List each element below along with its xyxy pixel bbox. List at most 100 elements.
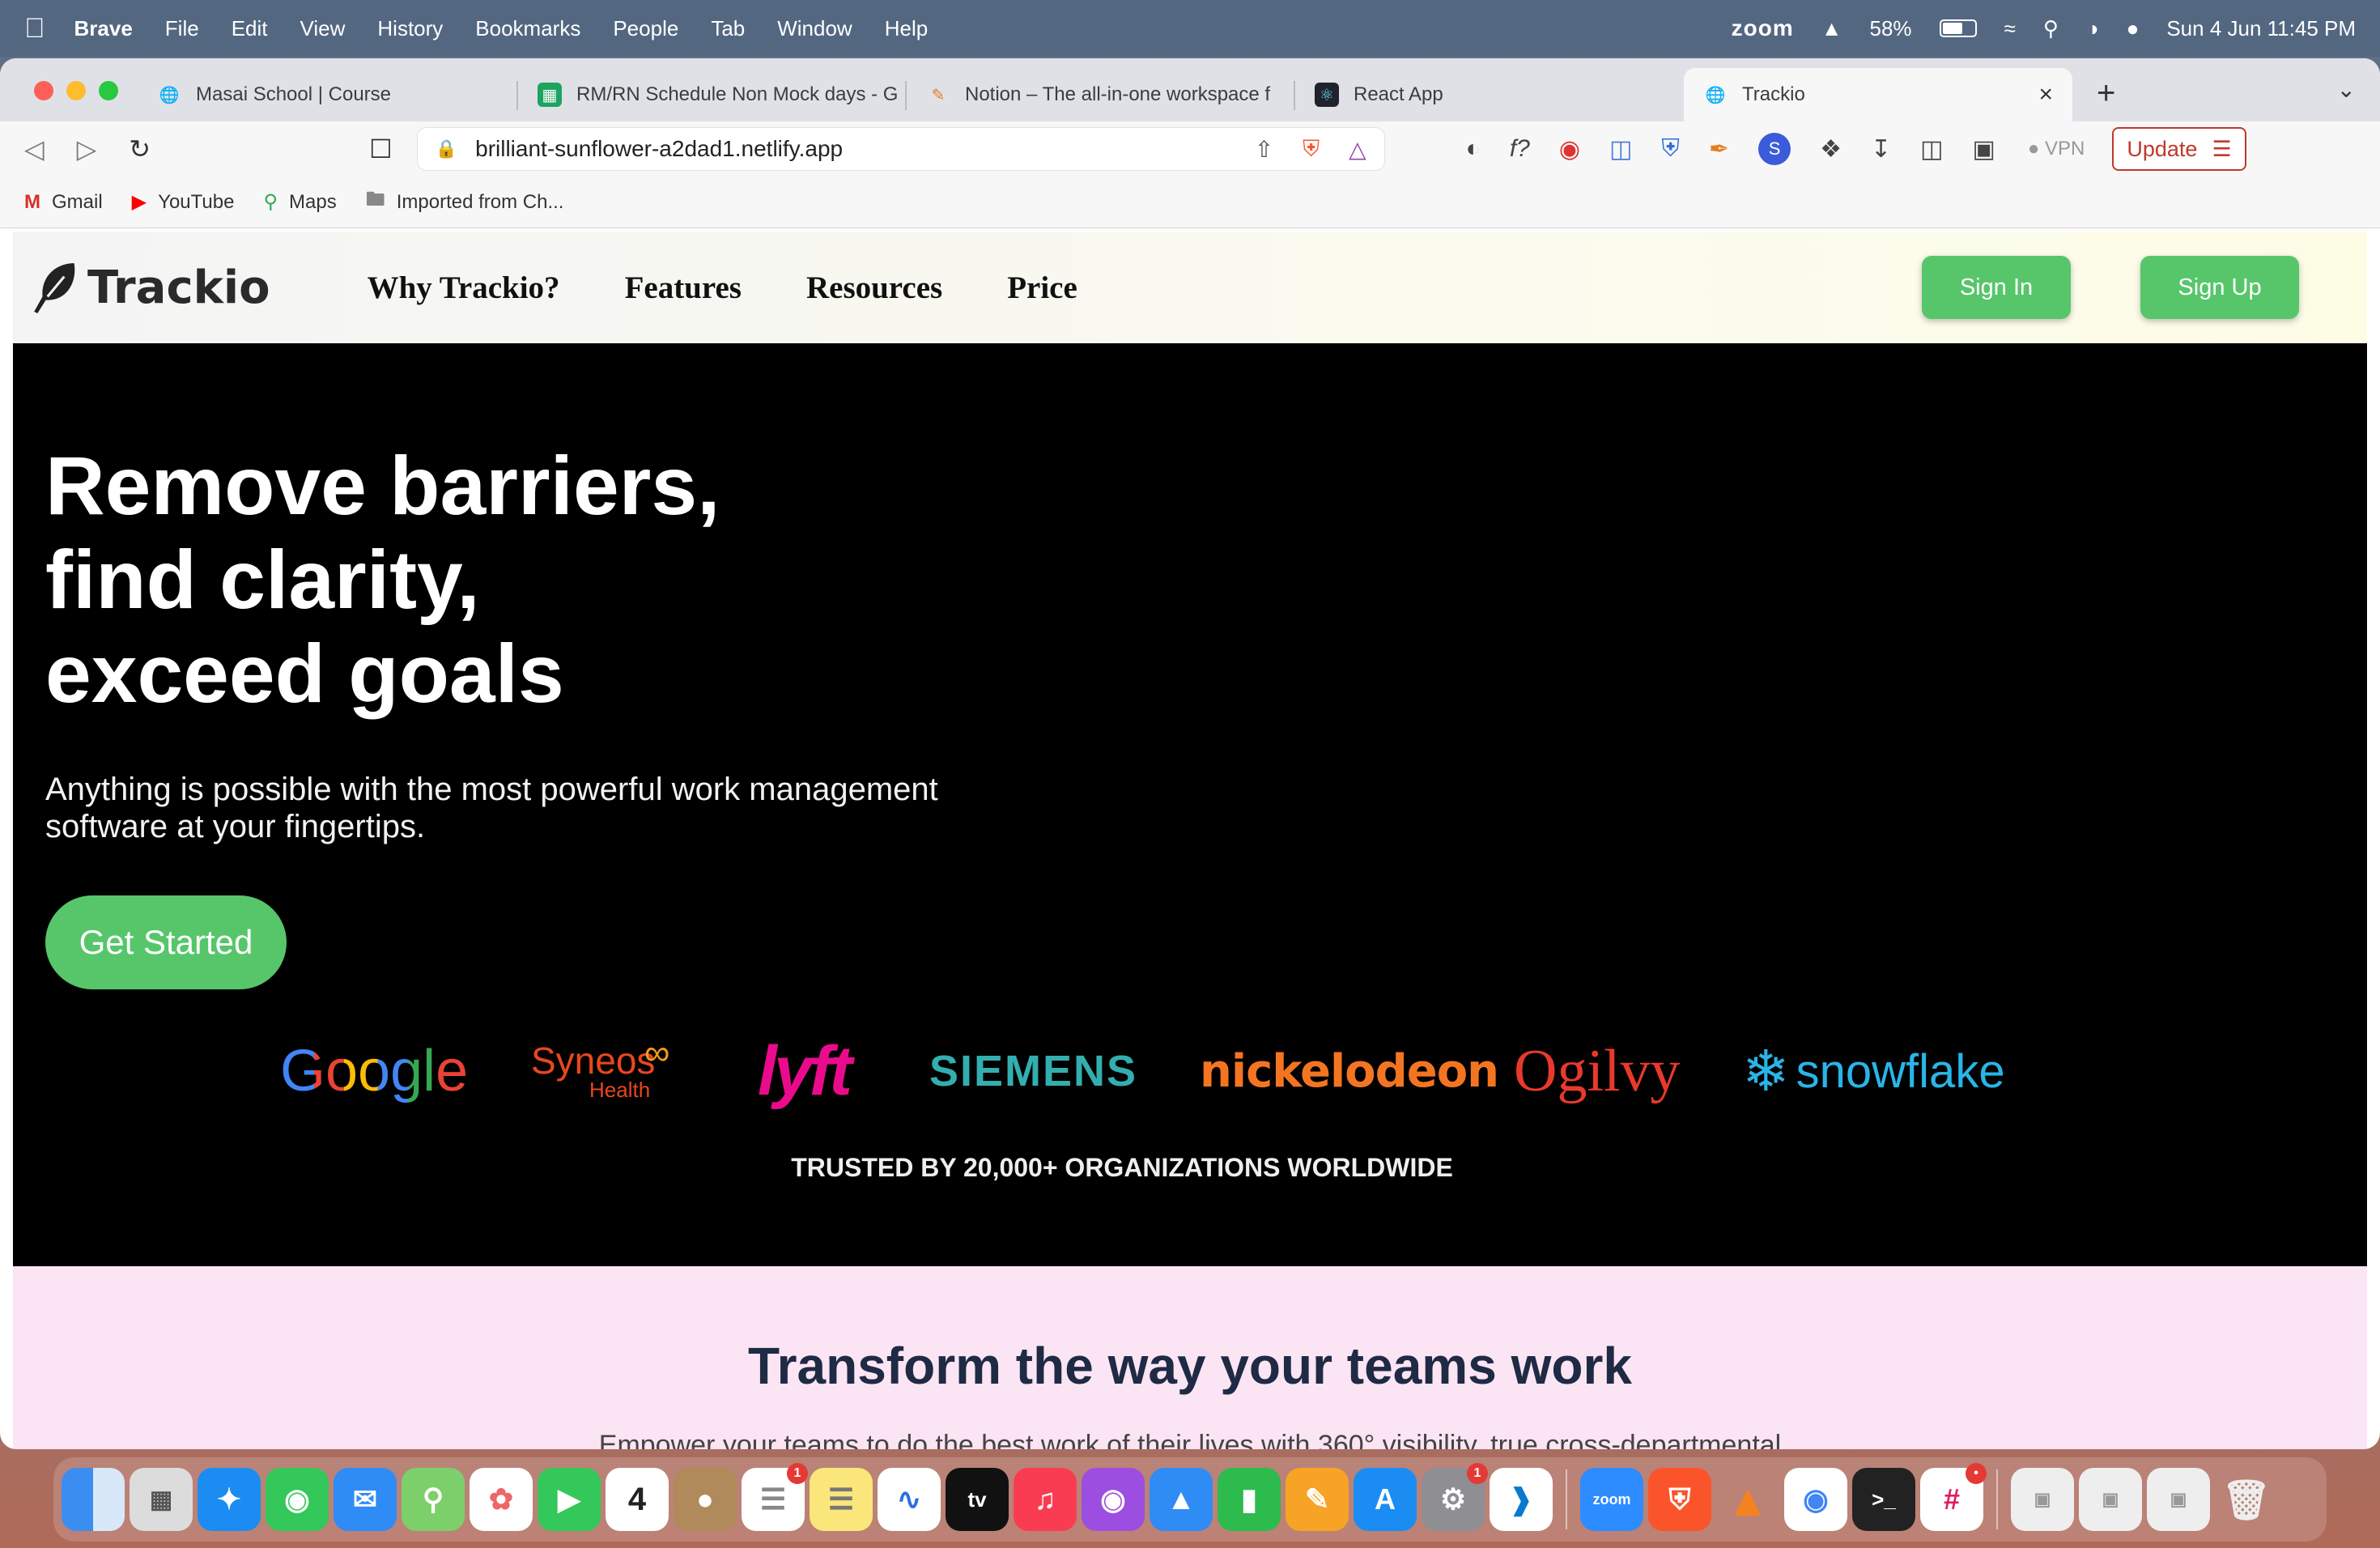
vpn-button[interactable]: ● VPN xyxy=(2028,138,2085,160)
spotlight-search-icon[interactable]: ⚲ xyxy=(2043,16,2059,41)
colorpicker-icon[interactable]: ✒ xyxy=(1709,135,1729,164)
minimize-window-button[interactable] xyxy=(66,81,86,100)
tab-notion[interactable]: ✎ Notion – The all-in-one workspace f xyxy=(907,68,1295,121)
menu-file[interactable]: File xyxy=(165,16,199,41)
sign-up-button[interactable]: Sign Up xyxy=(2140,256,2299,319)
vscode-icon[interactable]: ❱ xyxy=(1490,1468,1553,1531)
sign-in-button[interactable]: Sign In xyxy=(1922,256,2071,319)
keynote-icon[interactable]: ▲ xyxy=(1150,1468,1213,1531)
maps-app-icon[interactable]: ⚲ xyxy=(402,1468,465,1531)
forward-icon[interactable]: ▷ xyxy=(77,134,97,164)
bookmark-maps[interactable]: ⚲ Maps xyxy=(263,190,336,214)
bookmark-icon[interactable]: ☐ xyxy=(369,134,393,164)
podcasts-icon[interactable]: ◉ xyxy=(1082,1468,1145,1531)
notes-icon[interactable]: ☰ xyxy=(810,1468,873,1531)
menubar-clock[interactable]: Sun 4 Jun 11:45 PM xyxy=(2166,16,2356,41)
lock-icon[interactable]: 🔒 xyxy=(436,138,457,159)
apple-icon[interactable]:  xyxy=(24,13,45,45)
chevron-down-icon[interactable]: ⌄ xyxy=(2337,76,2356,103)
reload-icon[interactable]: ↻ xyxy=(129,134,151,164)
launchpad-icon[interactable]: ▦ xyxy=(130,1468,193,1531)
mail-icon[interactable]: ✉ xyxy=(334,1468,397,1531)
recent-window-thumbnail-icon[interactable]: ▣ xyxy=(2079,1468,2142,1531)
safari-icon[interactable]: ✦ xyxy=(198,1468,261,1531)
bookmark-youtube[interactable]: ▶ YouTube xyxy=(132,190,235,214)
menu-edit[interactable]: Edit xyxy=(232,16,268,41)
update-button[interactable]: Update ☰ xyxy=(2112,127,2246,171)
menu-people[interactable]: People xyxy=(613,16,678,41)
nav-features[interactable]: Features xyxy=(625,270,742,306)
fontface-ninja-icon[interactable]: f? xyxy=(1510,135,1530,163)
sidebar-icon[interactable]: ◫ xyxy=(1920,135,1943,164)
system-settings-icon[interactable]: ⚙ 1 xyxy=(1422,1463,1488,1531)
close-window-button[interactable] xyxy=(34,81,53,100)
address-bar[interactable]: 🔒 brilliant-sunflower-a2dad1.netlify.app… xyxy=(416,127,1385,171)
brave-app-icon[interactable]: ⛨ xyxy=(1648,1468,1711,1531)
messages-icon[interactable]: ◉ xyxy=(266,1468,329,1531)
apple-tv-icon[interactable]: tv xyxy=(946,1468,1009,1531)
wallet-icon[interactable]: ▣ xyxy=(1972,135,1995,164)
brave-rewards-icon[interactable]: △ xyxy=(1349,136,1366,163)
zoom-status-icon[interactable]: zoom xyxy=(1732,15,1794,41)
trash-icon[interactable]: 🗑 xyxy=(2215,1468,2278,1531)
nav-price[interactable]: Price xyxy=(1007,270,1077,306)
nav-resources[interactable]: Resources xyxy=(806,270,942,306)
reader-icon[interactable]: ◐ xyxy=(1466,135,1481,163)
tab-react-app[interactable]: ⚛ React App xyxy=(1295,68,1684,121)
vlc-status-icon[interactable]: ▲ xyxy=(1821,16,1842,41)
s-extension-icon[interactable]: S xyxy=(1758,133,1791,165)
tab-trackio[interactable]: 🌐 Trackio × xyxy=(1684,68,2072,121)
chrome-app-icon[interactable]: ◉ xyxy=(1784,1468,1847,1531)
vlc-app-icon[interactable]: ▲ xyxy=(1716,1468,1779,1531)
reminders-icon[interactable]: ☰ 1 xyxy=(742,1463,808,1531)
contacts-icon[interactable]: ● xyxy=(674,1468,737,1531)
share-icon[interactable]: ⇧ xyxy=(1255,136,1273,163)
bookmark-gmail[interactable]: M Gmail xyxy=(24,191,103,214)
siri-icon[interactable]: ● xyxy=(2127,16,2140,41)
url-text[interactable]: brilliant-sunflower-a2dad1.netlify.app xyxy=(475,136,843,162)
menu-help[interactable]: Help xyxy=(885,16,928,41)
menu-view[interactable]: View xyxy=(300,16,346,41)
recent-window-thumbnail-icon[interactable]: ▣ xyxy=(2147,1468,2210,1531)
menu-bookmarks[interactable]: Bookmarks xyxy=(475,16,580,41)
brave-shields-icon[interactable]: ⛨ xyxy=(1303,136,1320,163)
clipboard-extension-icon[interactable]: ◫ xyxy=(1609,135,1632,164)
facetime-icon[interactable]: ▶ xyxy=(538,1468,601,1531)
battery-icon[interactable] xyxy=(1939,19,1977,37)
back-icon[interactable]: ◁ xyxy=(24,134,45,164)
section-subtitle: Empower your teams to do the best work o… xyxy=(598,1430,1782,1449)
terminal-icon[interactable]: >_ xyxy=(1852,1468,1915,1531)
tab-masai-school[interactable]: 🌐 Masai School | Course xyxy=(138,68,518,121)
menu-app-brave[interactable]: Brave xyxy=(74,16,133,41)
shield-icon[interactable]: ⛨ xyxy=(1661,135,1680,163)
download-icon[interactable]: ↧ xyxy=(1871,135,1891,164)
finder-icon[interactable] xyxy=(62,1468,125,1531)
menu-tab[interactable]: Tab xyxy=(711,16,745,41)
wifi-icon[interactable]: ≈ xyxy=(2004,16,2016,41)
menu-window[interactable]: Window xyxy=(777,16,852,41)
get-started-button[interactable]: Get Started xyxy=(45,895,287,989)
close-tab-icon[interactable]: × xyxy=(2038,81,2053,108)
recent-window-thumbnail-icon[interactable]: ▣ xyxy=(2011,1468,2074,1531)
nav-why-trackio[interactable]: Why Trackio? xyxy=(368,270,560,306)
maximize-window-button[interactable] xyxy=(99,81,118,100)
pages-icon[interactable]: ✎ xyxy=(1286,1468,1349,1531)
app-store-icon[interactable]: A xyxy=(1354,1468,1417,1531)
freeform-icon[interactable]: ∿ xyxy=(878,1468,941,1531)
menu-history[interactable]: History xyxy=(377,16,443,41)
zoom-app-icon[interactable]: zoom xyxy=(1580,1468,1643,1531)
hero-line-1: Remove barriers, xyxy=(45,440,720,532)
numbers-icon[interactable]: ▮ xyxy=(1218,1468,1281,1531)
logo-text: Trackio xyxy=(87,261,270,314)
slack-icon[interactable]: # • xyxy=(1920,1463,1987,1531)
extensions-puzzle-icon[interactable]: ❖ xyxy=(1820,135,1842,164)
music-icon[interactable]: ♫ xyxy=(1014,1468,1077,1531)
pokeball-extension-icon[interactable]: ◉ xyxy=(1559,135,1580,164)
bookmark-imported-folder[interactable]: 🖿 Imported from Ch... xyxy=(366,185,564,219)
trackio-logo[interactable]: Trackio xyxy=(31,260,270,315)
tab-rm-schedule[interactable]: ▦ RM/RN Schedule Non Mock days - G xyxy=(518,68,907,121)
control-center-icon[interactable]: ◑ xyxy=(2086,16,2099,41)
calendar-icon[interactable]: 4 xyxy=(606,1468,669,1531)
new-tab-button[interactable]: + xyxy=(2097,75,2115,112)
photos-icon[interactable]: ✿ xyxy=(470,1468,533,1531)
